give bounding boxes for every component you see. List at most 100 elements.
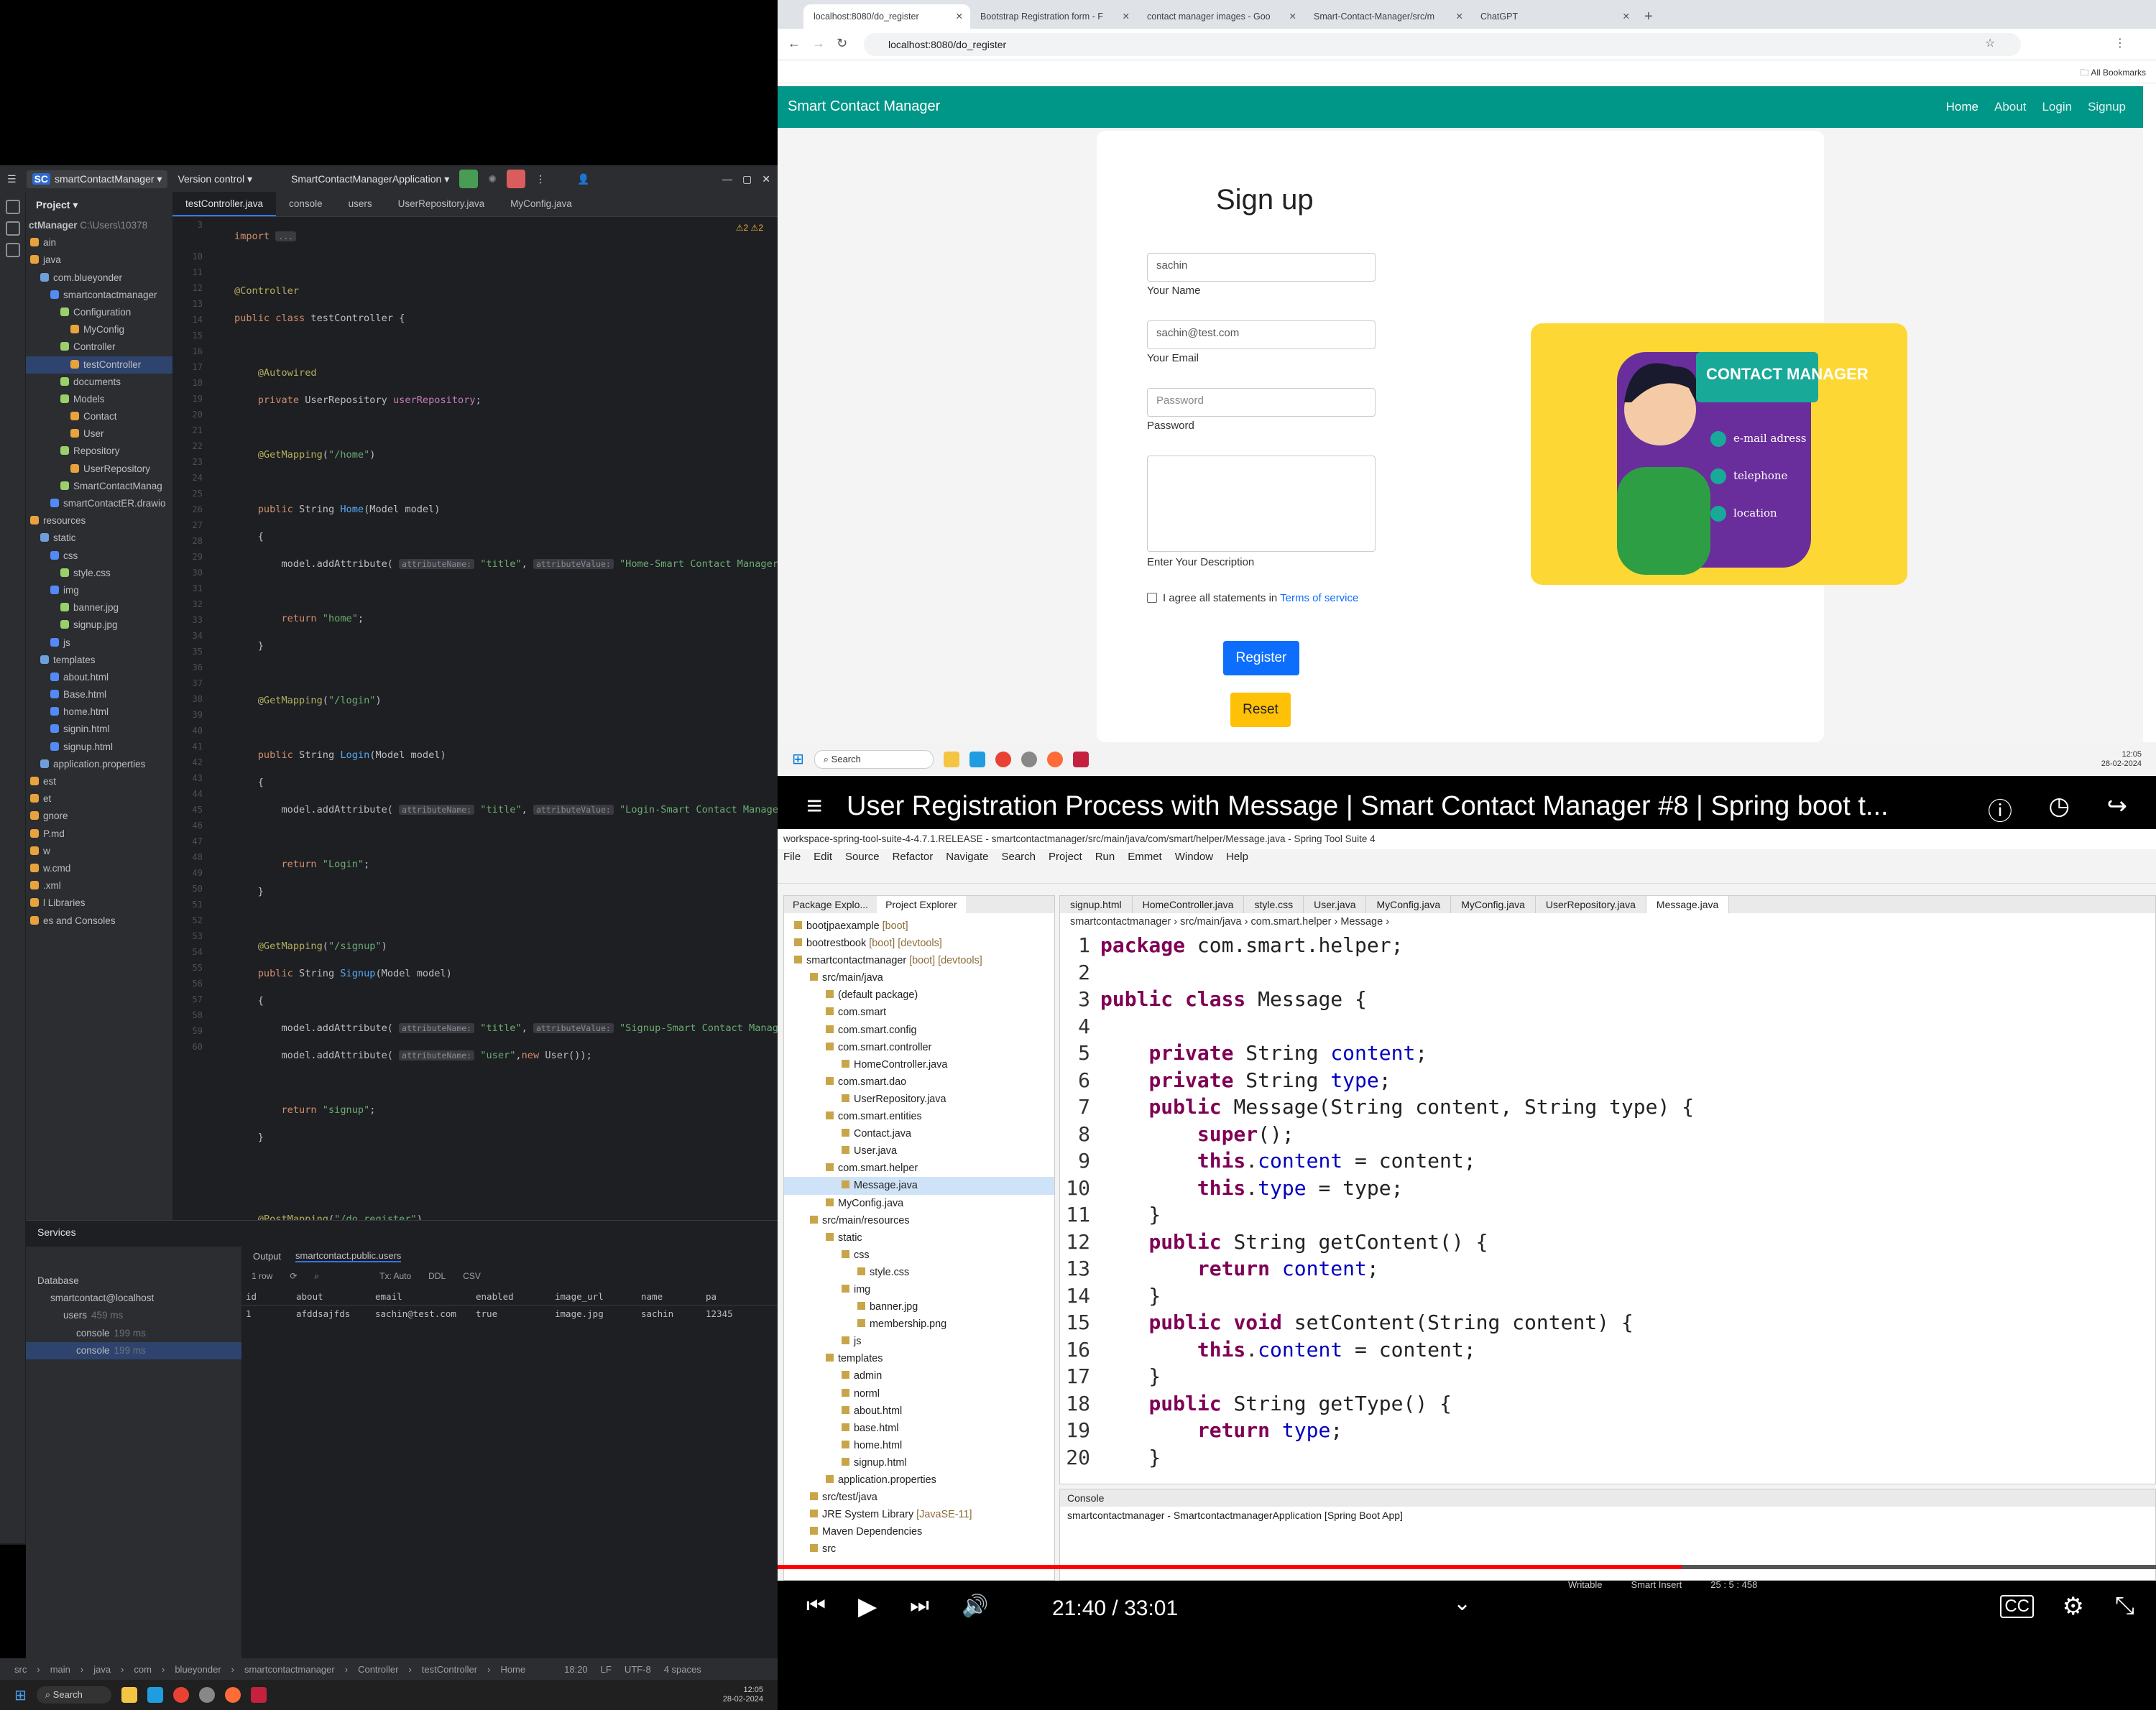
restore-button[interactable]: ▢ xyxy=(742,173,752,185)
status-path-item[interactable]: com xyxy=(134,1664,152,1675)
browser-tab[interactable]: Smart-Contact-Manager/src/m ✕ xyxy=(1304,4,1470,29)
project-tree-item[interactable]: static xyxy=(26,530,172,547)
db-tree-item[interactable]: smartcontact@localhost xyxy=(26,1290,241,1307)
postman-icon[interactable] xyxy=(1046,751,1063,767)
menu-project[interactable]: Project xyxy=(1049,849,1082,865)
project-tree-item[interactable]: resources xyxy=(26,512,172,530)
name-input[interactable]: sachin xyxy=(1147,253,1376,282)
back-icon[interactable]: ← xyxy=(788,36,801,51)
status-path-item[interactable]: Home xyxy=(500,1664,525,1675)
project-tree-item[interactable]: .xml xyxy=(26,877,172,895)
project-tree-item[interactable]: gnore xyxy=(26,808,172,825)
browser-tab[interactable]: ChatGPT ✕ xyxy=(1470,4,1637,29)
project-tree-item[interactable]: Models xyxy=(26,391,172,408)
grid-column-header[interactable]: id xyxy=(241,1288,292,1305)
project-tree-item[interactable]: SmartContactManag xyxy=(26,478,172,495)
db-tree-item[interactable]: console 199 ms xyxy=(26,1325,241,1342)
share-icon[interactable]: ↪ xyxy=(2107,792,2128,821)
rerun-button[interactable] xyxy=(459,170,479,188)
project-selector[interactable]: SC smartContactManager ▾ xyxy=(26,170,168,188)
tx-selector[interactable]: Tx: Auto xyxy=(379,1271,411,1281)
explorer-tree-item[interactable]: com.smart.helper xyxy=(784,1160,1054,1177)
new-tab-icon[interactable]: + xyxy=(1637,4,1653,29)
project-tree-item[interactable]: css xyxy=(26,547,172,565)
editor-tab[interactable]: UserRepository.java xyxy=(385,192,498,216)
previous-icon[interactable]: ⏮ xyxy=(806,1594,826,1618)
close-tab-icon[interactable]: ✕ xyxy=(956,4,963,29)
project-tree-item[interactable]: img xyxy=(26,582,172,599)
grid-column-header[interactable]: email xyxy=(371,1288,471,1305)
project-tree-item[interactable]: smartcontactmanager xyxy=(26,287,172,304)
explorer-tree-item[interactable]: com.smart.dao xyxy=(784,1073,1054,1091)
explorer-tree-item[interactable]: signup.html xyxy=(784,1454,1054,1471)
explorer-tree-item[interactable]: Maven Dependencies xyxy=(784,1523,1054,1540)
settings-icon[interactable] xyxy=(198,1687,215,1703)
console-tab[interactable]: Console xyxy=(1060,1489,2155,1507)
status-item[interactable]: UTF-8 xyxy=(625,1664,651,1675)
email-input[interactable]: sachin@test.com xyxy=(1147,320,1376,349)
intellij-icon[interactable] xyxy=(1072,751,1089,767)
project-tree-item[interactable]: templates xyxy=(26,652,172,669)
search-icon[interactable]: ⌕ xyxy=(314,1271,319,1282)
ddl-button[interactable]: DDL xyxy=(428,1271,446,1281)
status-path-item[interactable]: java xyxy=(93,1664,111,1675)
captions-icon[interactable]: CC xyxy=(2000,1595,2034,1618)
db-tree-item[interactable]: users 459 ms xyxy=(26,1307,241,1324)
explorer-tree-item[interactable]: membership.png xyxy=(784,1316,1054,1333)
menu-file[interactable]: File xyxy=(783,849,801,865)
close-tab-icon[interactable]: ✕ xyxy=(1456,4,1463,29)
close-button[interactable]: ✕ xyxy=(762,173,770,185)
explorer-tree-item[interactable]: User.java xyxy=(784,1142,1054,1160)
project-tree-item[interactable]: P.md xyxy=(26,826,172,843)
users-table-tab[interactable]: smartcontact.public.users xyxy=(295,1250,402,1262)
postman-icon[interactable] xyxy=(224,1687,241,1703)
windows-start-icon[interactable]: ⊞ xyxy=(792,750,804,768)
status-path-item[interactable]: src xyxy=(14,1664,27,1675)
project-tree-item[interactable]: es and Consoles xyxy=(26,912,172,930)
breadcrumb-item[interactable]: com.smart.helper xyxy=(1250,916,1331,928)
grid-column-header[interactable]: about xyxy=(292,1288,371,1305)
status-path-item[interactable]: blueyonder xyxy=(175,1664,221,1675)
grid-cell[interactable]: true xyxy=(471,1305,550,1323)
editor-tab[interactable]: users xyxy=(336,192,385,216)
project-tree-item[interactable]: est xyxy=(26,773,172,790)
progress-track[interactable] xyxy=(778,1565,2156,1569)
menu-refactor[interactable]: Refactor xyxy=(893,849,934,865)
explorer-tree-item[interactable]: templates xyxy=(784,1350,1054,1367)
close-tab-icon[interactable]: ✕ xyxy=(1123,4,1130,29)
next-icon[interactable]: ⏭ xyxy=(910,1594,929,1618)
nav-link-home[interactable]: Home xyxy=(1946,100,1978,114)
edge-icon[interactable] xyxy=(147,1687,163,1703)
status-path-item[interactable]: Controller xyxy=(358,1664,398,1675)
explorer-tree-item[interactable]: com.smart.config xyxy=(784,1022,1054,1039)
status-path-item[interactable]: testController xyxy=(422,1664,477,1675)
csv-selector[interactable]: CSV xyxy=(463,1271,481,1281)
url-field[interactable]: localhost:8080/do_register xyxy=(864,33,2021,56)
explorer-tree-item[interactable]: Contact.java xyxy=(784,1125,1054,1142)
exit-fullscreen-icon[interactable]: ⤡ xyxy=(2115,1592,2134,1620)
description-textarea[interactable] xyxy=(1147,456,1376,552)
explorer-tree-item[interactable]: src/main/resources xyxy=(784,1212,1054,1229)
nav-link-about[interactable]: About xyxy=(1994,100,2026,114)
explorer-tab[interactable]: Package Explo... xyxy=(784,896,877,913)
menu-navigate[interactable]: Navigate xyxy=(946,849,988,865)
grid-cell[interactable]: sachin@test.com xyxy=(371,1305,471,1323)
explorer-tree-item[interactable]: about.html xyxy=(784,1402,1054,1420)
file-explorer-icon[interactable] xyxy=(943,751,959,767)
register-button[interactable]: Register xyxy=(1223,641,1299,675)
explorer-tree-item[interactable]: com.smart.controller xyxy=(784,1039,1054,1056)
grid-cell[interactable]: afddsajfds xyxy=(292,1305,371,1323)
nav-link-login[interactable]: Login xyxy=(2042,100,2072,114)
explorer-tree-item[interactable]: img xyxy=(784,1281,1054,1298)
project-tree-item[interactable]: signin.html xyxy=(26,721,172,738)
chevron-down-icon[interactable]: ⌄ xyxy=(1453,1591,1471,1616)
bookmark-star-icon[interactable]: ☆ xyxy=(1985,36,1995,50)
sts-editor-tab[interactable]: User.java xyxy=(1304,896,1367,913)
editor-tab[interactable]: console xyxy=(276,192,336,216)
sts-editor-tab[interactable]: Message.java xyxy=(1646,896,1730,913)
db-tree-item[interactable]: console 199 ms xyxy=(26,1341,241,1359)
nav-link-signup[interactable]: Signup xyxy=(2088,100,2126,114)
status-item[interactable]: 18:20 xyxy=(564,1664,588,1675)
vcs-selector[interactable]: Version control ▾ xyxy=(178,173,252,185)
minimize-button[interactable]: — xyxy=(722,173,732,185)
